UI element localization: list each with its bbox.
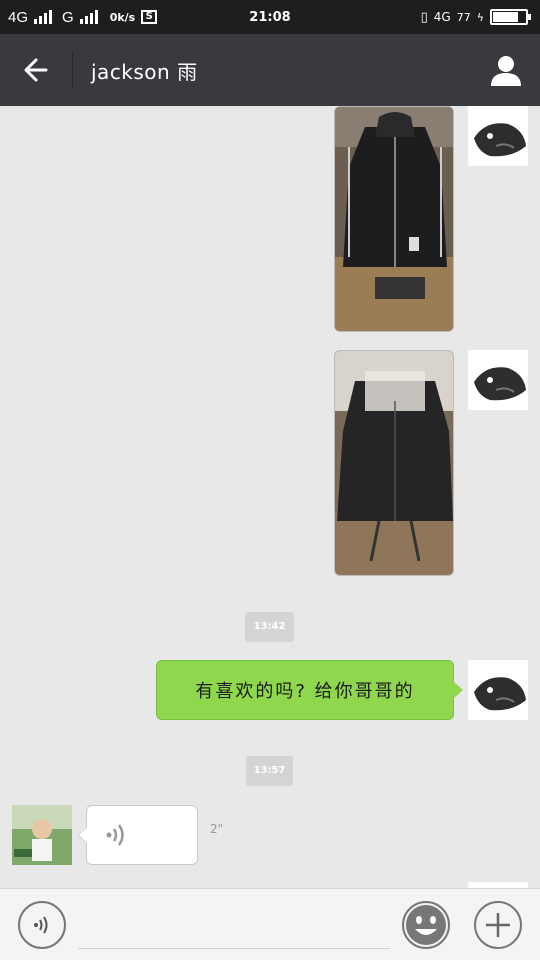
voice-input-button[interactable] bbox=[18, 901, 66, 949]
voice-duration: 2" bbox=[210, 822, 224, 836]
contact-avatar[interactable] bbox=[12, 805, 72, 865]
voice-icon bbox=[34, 916, 48, 934]
my-avatar-3[interactable] bbox=[468, 660, 528, 720]
network-4g-right: 4G bbox=[433, 10, 451, 24]
signal-icon bbox=[34, 10, 53, 24]
image-message-1[interactable] bbox=[334, 106, 454, 332]
status-bar: 4G G 0k/s S 21:08 ▯ 4G 77 ϟ bbox=[0, 0, 540, 34]
signal-icon-2 bbox=[79, 10, 98, 24]
plus-icon bbox=[486, 913, 510, 937]
arrow-left-icon bbox=[24, 58, 48, 82]
emoji-button[interactable] bbox=[402, 901, 450, 949]
vibrate-icon: ▯ bbox=[420, 9, 428, 25]
network-speed: 0k/s bbox=[109, 10, 136, 24]
voice-wave-icon bbox=[106, 824, 124, 846]
chat-title: jackson 雨 bbox=[91, 59, 198, 84]
network-g-label: G bbox=[62, 8, 74, 26]
battery-icon bbox=[490, 9, 531, 25]
chat-area[interactable]: 13:42 有喜欢的吗? 给你哥哥的 13:57 2" bbox=[0, 106, 540, 888]
my-avatar-2[interactable] bbox=[468, 350, 528, 410]
charging-icon: ϟ bbox=[476, 10, 484, 24]
contact-photo bbox=[12, 805, 72, 865]
fish-avatar-icon-2 bbox=[468, 350, 528, 410]
text-message-sent[interactable]: 有喜欢的吗? 给你哥哥的 bbox=[156, 660, 463, 720]
my-avatar[interactable] bbox=[468, 106, 528, 166]
back-button[interactable] bbox=[0, 34, 72, 106]
timestamp-1: 13:42 bbox=[245, 612, 294, 642]
image-message-2[interactable] bbox=[334, 350, 454, 576]
message-input[interactable] bbox=[78, 903, 390, 949]
input-bar bbox=[0, 888, 540, 960]
timestamp-2: 13:57 bbox=[246, 756, 293, 786]
smiley-icon bbox=[406, 905, 446, 945]
chat-header: jackson 雨 bbox=[0, 34, 540, 106]
plus-button[interactable] bbox=[474, 901, 522, 949]
fish-avatar-icon-3 bbox=[468, 660, 528, 720]
battery-percent: 77 bbox=[456, 10, 471, 24]
jacket-photo-1 bbox=[335, 107, 453, 331]
voice-message[interactable] bbox=[78, 805, 198, 865]
jacket-photo-2 bbox=[335, 351, 453, 575]
s-icon: S bbox=[141, 10, 158, 24]
profile-button[interactable] bbox=[488, 52, 524, 88]
fish-avatar-icon bbox=[468, 106, 528, 166]
battery-fill bbox=[493, 12, 518, 22]
person-icon bbox=[491, 56, 521, 86]
network-4g-label: 4G bbox=[8, 8, 29, 26]
